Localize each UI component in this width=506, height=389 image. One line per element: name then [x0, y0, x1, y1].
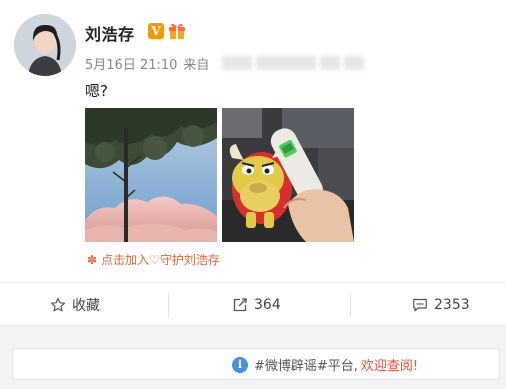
notice-text: #微博辟谣#平台,: [254, 359, 358, 374]
footer-area: i #微博辟谣#平台, 欢迎查阅!: [0, 326, 506, 389]
post-text: 嗯?: [85, 82, 108, 100]
divider: [168, 293, 169, 317]
verified-icon: V: [148, 23, 164, 39]
author-name[interactable]: 刘浩存: [85, 21, 135, 45]
action-bar: 收藏 364 2353: [0, 282, 506, 326]
favorite-button[interactable]: 收藏: [50, 283, 100, 327]
flower-icon: ✽: [87, 253, 98, 267]
divider: [350, 293, 351, 317]
repost-count: 364: [254, 297, 281, 313]
source-label: 来自: [183, 58, 210, 73]
rumor-notice: i #微博辟谣#平台, 欢迎查阅!: [12, 348, 500, 380]
post-date[interactable]: 5月16日 21:10: [85, 58, 177, 73]
guard-link[interactable]: ✽ 点击加入♡守护刘浩存: [87, 251, 220, 268]
info-icon: i: [232, 356, 248, 373]
guard-label: 点击加入♡守护刘浩存: [101, 253, 220, 267]
comment-button[interactable]: 2353: [412, 283, 470, 327]
comment-icon: [413, 298, 427, 312]
comment-count: 2353: [434, 297, 470, 313]
repost-icon: [233, 298, 247, 312]
blurred-source: [222, 56, 364, 70]
weibo-post-card: 刘浩存 V 5月16日 21:10 来自 嗯? ✽ 点击加入♡守护刘浩存: [0, 0, 506, 282]
fan-badge-icon: [168, 22, 186, 40]
notice-link[interactable]: 欢迎查阅!: [361, 355, 418, 374]
repost-button[interactable]: 364: [232, 283, 281, 327]
favorite-label: 收藏: [72, 298, 100, 314]
star-icon: [50, 297, 66, 312]
tree-sky-photo[interactable]: [85, 108, 217, 242]
post-meta: 5月16日 21:10 来自: [85, 54, 209, 73]
plush-toy-thermometer-photo[interactable]: [222, 108, 354, 242]
avatar[interactable]: [14, 14, 76, 76]
notice-content: i #微博辟谣#平台, 欢迎查阅!: [232, 355, 418, 374]
